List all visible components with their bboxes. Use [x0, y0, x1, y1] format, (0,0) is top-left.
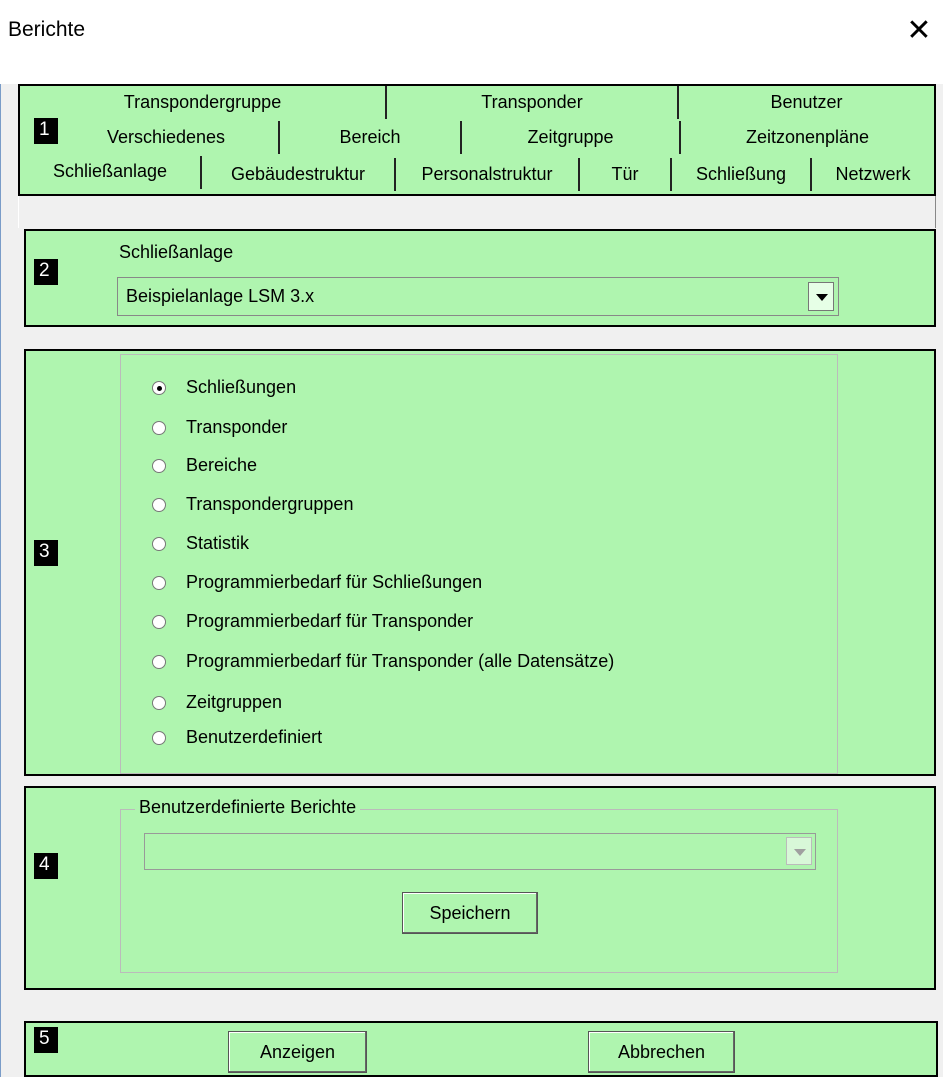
tab-bereich[interactable]: Bereich — [280, 121, 462, 154]
schliessanlage-label: Schließanlage — [119, 242, 234, 262]
radio-circle — [152, 615, 166, 629]
tab-schliessanlage[interactable]: Schließanlage — [20, 156, 202, 189]
tab-tuer[interactable]: Tür — [580, 158, 672, 191]
radio-circle — [152, 421, 166, 435]
show-button[interactable]: Anzeigen — [228, 1031, 367, 1073]
marker-1: 1 — [34, 118, 58, 144]
schliessanlage-value: Beispielanlage LSM 3.x — [126, 286, 315, 306]
dropdown-button[interactable] — [808, 282, 834, 311]
tab-benutzer[interactable]: Benutzer — [679, 86, 934, 119]
marker-3: 3 — [34, 540, 58, 566]
radio-circle — [152, 459, 166, 473]
save-button[interactable]: Speichern — [402, 892, 538, 934]
marker-5: 5 — [34, 1027, 58, 1053]
tab-verschiedenes[interactable]: Verschiedenes — [54, 121, 280, 154]
radio-circle — [152, 498, 166, 512]
radio-circle — [152, 655, 166, 669]
tab-gebaeudestruktur[interactable]: Gebäudestruktur — [202, 158, 396, 191]
tab-schliessung[interactable]: Schließung — [672, 158, 812, 191]
tab-transpondergruppe[interactable]: Transpondergruppe — [20, 86, 387, 119]
custom-reports-legend: Benutzerdefinierte Berichte — [135, 797, 361, 818]
tab-transponder[interactable]: Transponder — [387, 86, 679, 119]
chevron-down-icon — [816, 294, 828, 301]
radio-circle — [152, 381, 166, 395]
close-icon[interactable]: ✕ — [901, 14, 937, 50]
dropdown-button[interactable] — [786, 837, 812, 865]
custom-reports-dropdown[interactable] — [144, 833, 816, 870]
tab-personalstruktur[interactable]: Personalstruktur — [396, 158, 580, 191]
radio-circle — [152, 537, 166, 551]
tab-netzwerk[interactable]: Netzwerk — [812, 158, 934, 191]
cancel-button[interactable]: Abbrechen — [588, 1031, 735, 1073]
window-frame-right — [935, 84, 943, 1077]
marker-2: 2 — [34, 259, 58, 285]
tab-zeitzonenplaene[interactable]: Zeitzonenpläne — [681, 121, 934, 154]
marker-4: 4 — [34, 853, 58, 879]
window-title: Berichte — [8, 18, 86, 41]
title-bar: Berichte ✕ — [0, 0, 943, 84]
chevron-down-icon — [794, 849, 806, 856]
radio-circle — [152, 731, 166, 745]
tab-zeitgruppe[interactable]: Zeitgruppe — [462, 121, 681, 154]
radio-circle — [152, 696, 166, 710]
window-frame-left — [0, 84, 9, 1077]
schliessanlage-dropdown[interactable]: Beispielanlage LSM 3.x — [117, 277, 839, 316]
tab-content-strip — [18, 196, 936, 228]
footer-panel — [24, 1021, 938, 1077]
tab-panel: Transpondergruppe Transponder Benutzer V… — [18, 84, 936, 196]
radio-selected-dot — [157, 386, 162, 391]
radio-circle — [152, 576, 166, 590]
